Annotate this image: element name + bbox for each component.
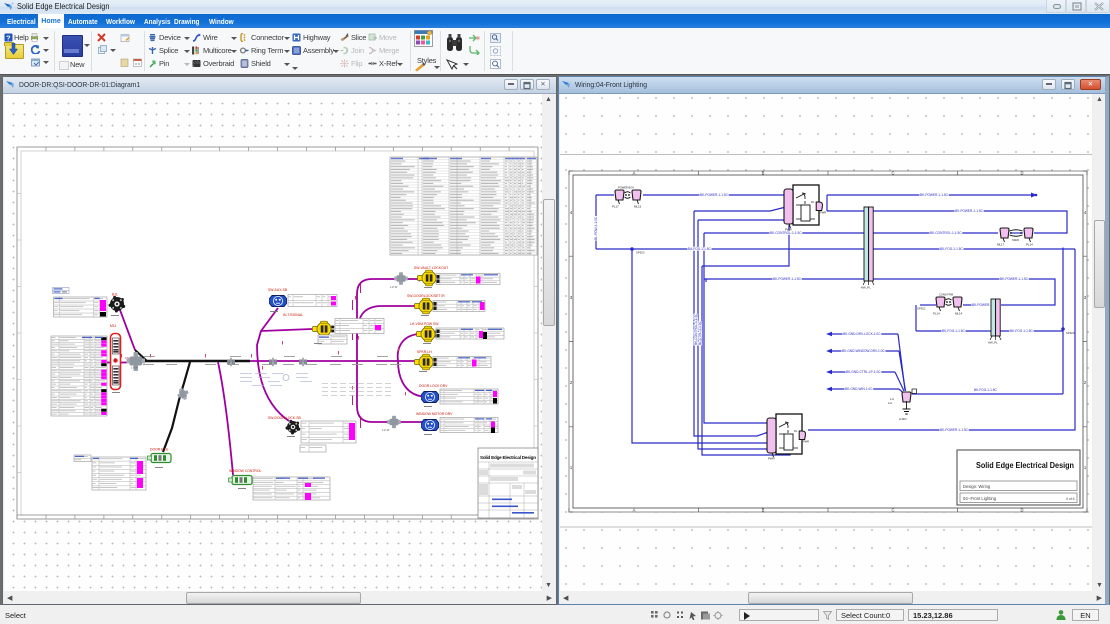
svg-text:PWR: PWR	[785, 228, 792, 232]
svg-text:CONN FRM: CONN FRM	[939, 293, 953, 297]
svg-text:D: D	[1020, 508, 1023, 513]
svg-text:B: B	[762, 171, 765, 176]
svg-text:WINDOW CONTROL: WINDOW CONTROL	[229, 469, 262, 473]
svg-text:LH-VDM POW SW: LH-VDM POW SW	[410, 322, 439, 326]
svg-text:BK-POWER-1-1.5C: BK-POWER-1-1.5C	[955, 209, 984, 213]
svg-text:04--Front Lighting: 04--Front Lighting	[963, 496, 997, 501]
svg-text:1-P-W: 1-P-W	[390, 285, 398, 289]
svg-text:2-A: 2-A	[888, 401, 892, 405]
svg-text:PL14: PL14	[933, 312, 940, 316]
svg-text:IN-T/SIGNAL: IN-T/SIGNAL	[283, 313, 303, 317]
svg-text:WINDOW MOTOR DRV: WINDOW MOTOR DRV	[416, 412, 453, 416]
svg-text:PWR: PWR	[768, 457, 775, 461]
svg-text:M11: M11	[110, 324, 116, 328]
svg-text:BA-FOG-1-1.5C: BA-FOG-1-1.5C	[688, 247, 712, 251]
svg-text:1-DW: 1-DW	[131, 366, 138, 370]
svg-text:BK-POWER-1-1.5C: BK-POWER-1-1.5C	[700, 193, 729, 197]
svg-text:DOOR LOCK DRV: DOOR LOCK DRV	[419, 384, 448, 388]
svg-text:BK-POWER-1-1.5C: BK-POWER-1-1.5C	[940, 428, 969, 432]
svg-text:1-A: 1-A	[890, 397, 894, 401]
svg-text:RL: RL	[794, 429, 798, 433]
svg-text:PL17: PL17	[612, 205, 619, 209]
svg-text:ML17: ML17	[997, 243, 1005, 247]
svg-text:SW20: SW20	[1012, 238, 1020, 242]
svg-text:C: C	[891, 171, 894, 176]
svg-text:PL14: PL14	[1026, 243, 1033, 247]
svg-text:BK-GND-WIN-1.0C: BK-GND-WIN-1.0C	[845, 387, 873, 391]
svg-text:PWR: PWR	[803, 440, 809, 444]
svg-text:BK-CONTROL-1-1.5C: BK-CONTROL-1-1.5C	[770, 231, 802, 235]
svg-text:A: A	[633, 171, 636, 176]
svg-text:H-DF1: H-DF1	[899, 417, 907, 421]
svg-text:SPKR-LH: SPKR-LH	[417, 350, 432, 354]
svg-text:?: ?	[6, 34, 11, 43]
svg-text:D: D	[1020, 171, 1023, 176]
svg-text:C: C	[891, 508, 894, 513]
svg-text:BK-FOG-1-1.5C: BK-FOG-1-1.5C	[974, 388, 998, 392]
svg-text:SW-VAULT LOCKOUT: SW-VAULT LOCKOUT	[414, 266, 448, 270]
svg-text:Design: Wiring: Design: Wiring	[963, 484, 991, 489]
svg-text:4 of 6: 4 of 6	[1066, 497, 1075, 501]
svg-text:BK-POWER-1-1.5C: BK-POWER-1-1.5C	[920, 193, 949, 197]
svg-text:SW-DOOR-LOCK-SB: SW-DOOR-LOCK-SB	[268, 416, 301, 420]
svg-text:POWER BOX: POWER BOX	[618, 186, 634, 190]
svg-text:Solid Edge Electrical Design: Solid Edge Electrical Design	[480, 455, 536, 460]
svg-text:1-P-W: 1-P-W	[382, 428, 390, 432]
svg-text:BK-GND-DRV-LOCK-1.0C: BK-GND-DRV-LOCK-1.0C	[843, 332, 881, 336]
svg-text:HW_PL: HW_PL	[861, 286, 871, 290]
svg-text:DOOR ECU: DOOR ECU	[150, 448, 169, 452]
svg-text:B11: B11	[112, 293, 118, 297]
svg-text:B: B	[762, 508, 765, 513]
svg-text:A: A	[633, 508, 636, 513]
svg-text:BK-FOG-1-1.5C: BK-FOG-1-1.5C	[940, 247, 964, 251]
svg-text:BK-GND-WINDOW-DRV-1.0C: BK-GND-WINDOW-DRV-1.0C	[842, 349, 885, 353]
svg-text:SP920: SP920	[1066, 331, 1075, 335]
svg-text:BL-POW-4-1.5C: BL-POW-4-1.5C	[594, 216, 598, 240]
svg-text:HW_PL: HW_PL	[988, 341, 998, 345]
svg-text:BL-CTRL-2-1.5C: BL-CTRL-2-1.5C	[698, 320, 702, 345]
svg-text:LTL: LTL	[125, 356, 130, 360]
svg-text:SP922: SP922	[917, 307, 926, 311]
svg-text:BK-POWER-1-1.5C: BK-POWER-1-1.5C	[1000, 277, 1029, 281]
svg-text:BK-POWER-1-1.5C: BK-POWER-1-1.5C	[773, 277, 802, 281]
svg-text:BK-GND-CTRL-LP-1.0C: BK-GND-CTRL-LP-1.0C	[846, 370, 881, 374]
svg-text:SW-AUX-SB: SW-AUX-SB	[268, 288, 288, 292]
svg-text:RL: RL	[811, 200, 815, 204]
svg-text:BK-FOG-1-1.5C: BK-FOG-1-1.5C	[1010, 329, 1034, 333]
svg-text:BK-FOG-1-1.5C: BK-FOG-1-1.5C	[942, 329, 966, 333]
svg-text:ML15: ML15	[634, 205, 642, 209]
svg-text:SW-DOORLOCK/SET IR: SW-DOORLOCK/SET IR	[407, 294, 445, 298]
svg-text:Solid Edge Electrical Design: Solid Edge Electrical Design	[976, 460, 1074, 470]
svg-text:PWR: PWR	[820, 211, 826, 215]
svg-text:SP920: SP920	[636, 251, 645, 255]
svg-text:BK-CONTROL-1-1.5C: BK-CONTROL-1-1.5C	[930, 231, 962, 235]
svg-text:ML14: ML14	[955, 312, 963, 316]
